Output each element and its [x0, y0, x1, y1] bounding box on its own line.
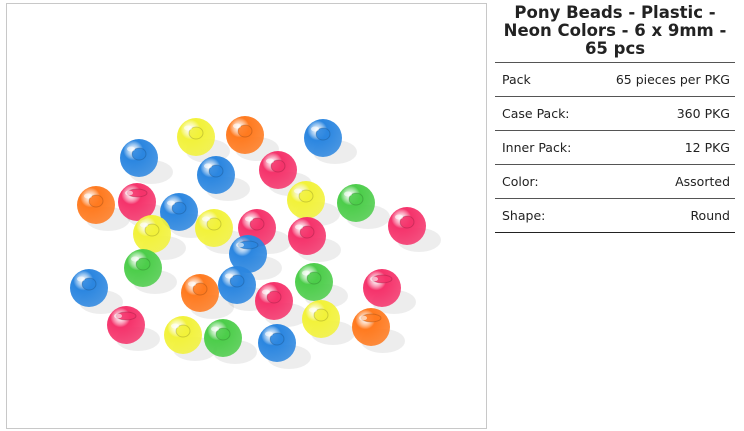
bead — [107, 306, 160, 351]
spec-value: Round — [690, 208, 730, 223]
bead — [204, 319, 257, 364]
bead — [363, 269, 416, 314]
spec-row-inner-pack: Inner Pack: 12 PKG — [495, 131, 735, 165]
spec-label: Shape: — [502, 208, 546, 223]
spec-value: 360 PKG — [676, 106, 730, 121]
bead — [304, 119, 357, 164]
bead — [177, 118, 230, 163]
spec-label: Case Pack: — [502, 106, 570, 121]
spec-value: 65 pieces per PKG — [615, 72, 730, 87]
bead — [258, 324, 311, 369]
bead — [288, 217, 341, 262]
bead — [197, 156, 250, 201]
bead — [337, 184, 390, 229]
spec-value: 12 PKG — [684, 140, 730, 155]
spec-label: Pack — [502, 72, 531, 87]
bead — [302, 300, 355, 345]
spec-row-pack: Pack 65 pieces per PKG — [495, 63, 735, 97]
spec-row-color: Color: Assorted — [495, 165, 735, 199]
product-title: Pony Beads - Plastic - Neon Colors - 6 x… — [503, 3, 727, 58]
bead — [70, 269, 123, 314]
bead — [352, 308, 405, 353]
bead — [388, 207, 441, 252]
spec-value: Assorted — [675, 174, 730, 189]
spec-label: Inner Pack: — [502, 140, 572, 155]
product-details: Pony Beads - Plastic - Neon Colors - 6 x… — [495, 0, 735, 233]
spec-row-case-pack: Case Pack: 360 PKG — [495, 97, 735, 131]
spec-table: Pack 65 pieces per PKG Case Pack: 360 PK… — [495, 62, 735, 233]
bead — [120, 139, 173, 184]
spec-row-shape: Shape: Round — [495, 199, 735, 233]
spec-label: Color: — [502, 174, 539, 189]
pony-beads-photo — [70, 116, 441, 369]
product-image[interactable] — [6, 3, 487, 429]
